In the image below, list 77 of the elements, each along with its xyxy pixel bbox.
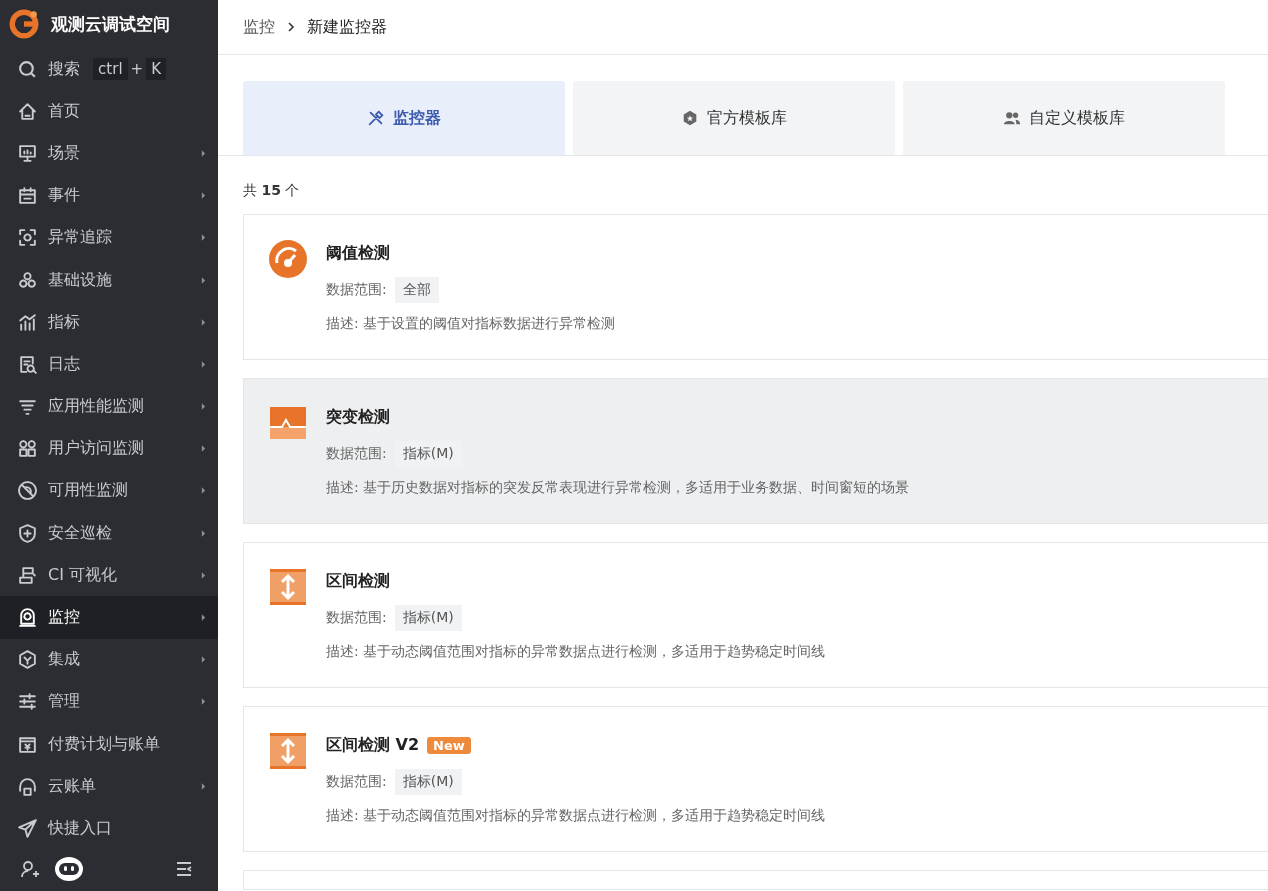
scope-tag: 指标(M): [394, 605, 462, 631]
monitor-card[interactable]: 阈值检测 数据范围: 全部 描述: 基于设置的阈值对指标数据进行异常检测: [243, 214, 1268, 360]
breadcrumb-current: 新建监控器: [307, 16, 387, 38]
breadcrumb-link[interactable]: 监控: [243, 16, 275, 38]
menu-icon: [17, 522, 38, 544]
scope-tag: 全部: [394, 277, 439, 303]
card-title: 区间检测 V2: [326, 734, 420, 756]
sidebar-item[interactable]: 付费计划与账单: [0, 723, 218, 766]
monitor-card[interactable]: 区间检测 数据范围: 指标(M) 描述: 基于动态阈值范围对指标的异常数据点进行检测，多适用于趋势稳定时间线: [243, 542, 1268, 688]
menu-icon: [17, 817, 38, 839]
search-label: 搜索: [48, 58, 81, 80]
sidebar-item[interactable]: 安全巡检: [0, 512, 218, 555]
scope-label: 数据范围:: [326, 281, 387, 299]
menu-icon: [17, 185, 38, 207]
card-title: 区间检测: [326, 570, 390, 592]
menu-icon: [17, 269, 38, 291]
menu-icon: [17, 311, 38, 333]
sidebar-item[interactable]: 异常追踪: [0, 216, 218, 259]
sidebar-item[interactable]: 首页: [0, 90, 218, 133]
menu-icon: [17, 227, 38, 249]
card-description: 描述: 基于历史数据对指标的突发反常表现进行异常检测，多适用于业务数据、时间窗短的场景: [326, 479, 910, 497]
card-description: 描述: 基于动态阈值范围对指标的异常数据点进行检测，多适用于趋势稳定时间线: [326, 807, 826, 825]
result-count: 共 15 个: [242, 181, 301, 200]
users-icon: [1003, 109, 1021, 127]
shortcut-key: ctrl: [93, 58, 128, 81]
new-badge: New: [427, 736, 471, 754]
search-item[interactable]: 搜索 ctrl + K: [0, 48, 218, 91]
card-title: 阈值检测: [326, 242, 390, 264]
tab[interactable]: 监控器: [243, 81, 565, 155]
hexagon-star-icon: [681, 109, 699, 127]
menu-icon: [17, 100, 38, 122]
sidebar-item[interactable]: 监控: [0, 596, 218, 639]
menu-icon: [17, 775, 38, 797]
sidebar-item[interactable]: 云账单: [0, 765, 218, 808]
sidebar-item[interactable]: CI 可视化: [0, 554, 218, 597]
shortcut-key: K: [146, 58, 166, 81]
tools-icon: [367, 109, 385, 127]
card-description: 描述: 基于动态阈值范围对指标的异常数据点进行检测，多适用于趋势稳定时间线: [326, 643, 826, 661]
vertical-arrows-icon: [268, 567, 308, 607]
tab[interactable]: 自定义模板库: [903, 81, 1225, 155]
search-icon: [17, 58, 38, 80]
sidebar-item[interactable]: 日志: [0, 343, 218, 386]
scope-label: 数据范围:: [326, 445, 387, 463]
sidebar-item[interactable]: 指标: [0, 301, 218, 344]
gauge-icon: [268, 239, 308, 279]
add-user-icon[interactable]: [20, 858, 40, 879]
menu-icon: [17, 438, 38, 460]
card-description: 描述: 基于设置的阈值对指标数据进行异常检测: [326, 315, 616, 333]
robot-avatar-icon[interactable]: [54, 855, 84, 882]
tab[interactable]: 官方模板库: [573, 81, 895, 155]
logo-icon: [9, 9, 39, 39]
chevron-icon: [287, 21, 295, 33]
menu-icon: [17, 607, 38, 629]
sidebar-item[interactable]: 集成: [0, 638, 218, 681]
sidebar-item[interactable]: 基础设施: [0, 258, 218, 302]
sidebar-item[interactable]: 管理: [0, 680, 218, 723]
menu-icon: [17, 142, 38, 164]
menu-icon: [17, 480, 38, 502]
monitor-card[interactable]: 突变检测 数据范围: 指标(M) 描述: 基于历史数据对指标的突发反常表现进行异常检测，多适用于业务数据、时间窗短的场景: [243, 378, 1268, 524]
sidebar-item[interactable]: 事件: [0, 174, 218, 217]
scope-label: 数据范围:: [326, 609, 387, 627]
monitor-card[interactable]: 区间检测 V2 New 数据范围: 指标(M) 描述: 基于动态阈值范围对指标的异常数据点进行检测，多适用于趋势稳定时间线: [243, 706, 1268, 852]
sidebar-item[interactable]: 可用性监测: [0, 469, 218, 513]
menu-icon: [17, 353, 38, 375]
menu-icon: [17, 564, 38, 586]
sidebar-item[interactable]: 场景: [0, 132, 218, 175]
sidebar-item[interactable]: 快捷入口: [0, 807, 218, 850]
shortcut-plus: +: [130, 60, 144, 79]
card-title: 突变检测: [326, 406, 390, 428]
sidebar-item[interactable]: 用户访问监测: [0, 427, 218, 470]
scope-tag: 指标(M): [394, 769, 462, 795]
sidebar-item[interactable]: 应用性能监测: [0, 385, 218, 428]
menu-icon: [17, 691, 38, 713]
workspace-name: 观测云调试空间: [51, 12, 170, 36]
scope-label: 数据范围:: [326, 773, 387, 791]
menu-icon: [17, 649, 38, 671]
vertical-arrows-icon: [268, 731, 308, 771]
